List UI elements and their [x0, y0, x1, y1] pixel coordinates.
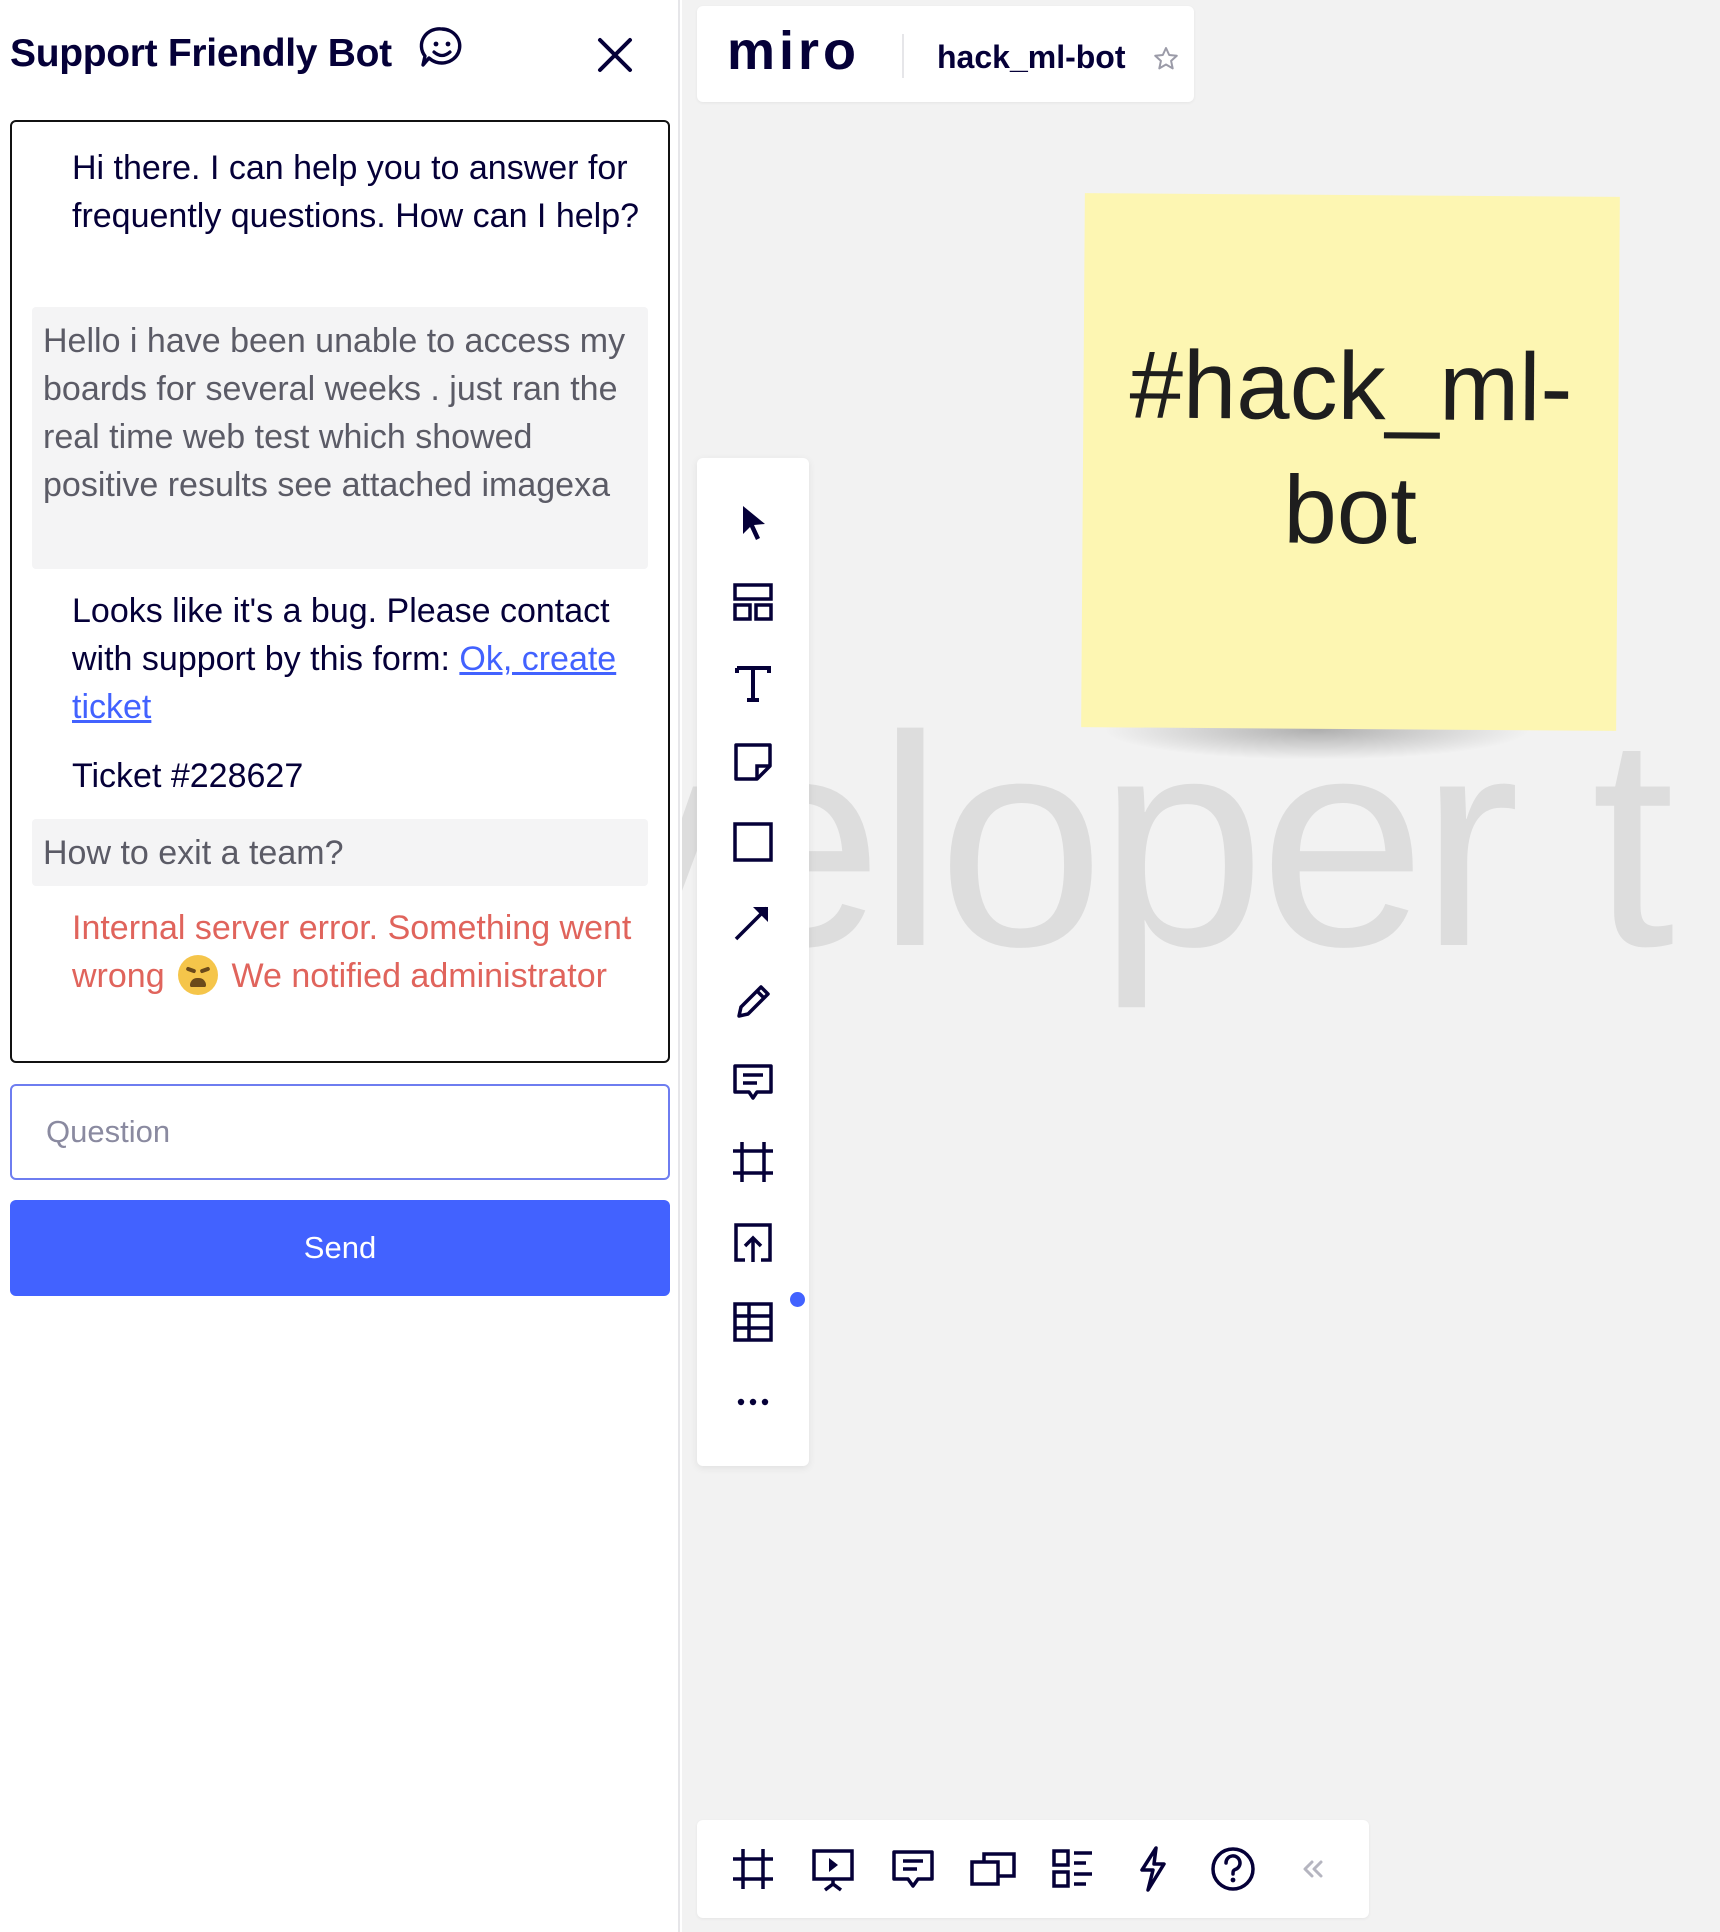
- new-feature-badge: [790, 1292, 805, 1307]
- comments-button[interactable]: [882, 1838, 944, 1900]
- lightning-icon: [1140, 1846, 1166, 1892]
- user-message-question: How to exit a team?: [32, 819, 648, 886]
- comment-icon: [892, 1850, 934, 1888]
- pen-icon: [737, 985, 770, 1018]
- miro-logo[interactable]: miro: [727, 20, 860, 82]
- error-text-continued: We notified administrator: [222, 957, 607, 995]
- presentation-icon: [812, 1849, 854, 1892]
- miro-board-canvas[interactable]: veloper t #hack_ml-bot miro hack_ml-bot: [682, 0, 1720, 1932]
- connection-line-tool[interactable]: [713, 888, 793, 956]
- frames-button[interactable]: [722, 1838, 784, 1900]
- more-dots-icon: [737, 1398, 769, 1406]
- rectangle-icon: [733, 822, 773, 862]
- upload-tool[interactable]: [713, 1208, 793, 1276]
- weary-face-emoji-icon: [178, 955, 219, 995]
- chat-title: Support Friendly Bot: [10, 32, 392, 75]
- kanban-list-icon: [1052, 1849, 1092, 1888]
- bot-message-ticket: Ticket #228627: [72, 757, 304, 795]
- frame-tool[interactable]: [713, 1128, 793, 1196]
- sticky-note-tool[interactable]: [713, 728, 793, 796]
- frame-icon: [733, 1849, 773, 1889]
- pen-tool[interactable]: [713, 968, 793, 1036]
- table-tool[interactable]: [713, 1288, 805, 1356]
- comment-tool[interactable]: [713, 1048, 793, 1116]
- kanban-button[interactable]: [1042, 1838, 1104, 1900]
- bot-message-error: Internal server error. Something went wr…: [72, 904, 662, 1000]
- sticky-note-icon: [734, 743, 772, 781]
- frame-icon: [733, 1142, 773, 1182]
- comment-icon: [733, 1064, 773, 1100]
- help-button[interactable]: [1202, 1838, 1264, 1900]
- arrow-line-icon: [734, 906, 769, 941]
- templates-tool[interactable]: [713, 568, 793, 636]
- cursor-arrow-icon: [743, 506, 765, 540]
- upload-icon: [734, 1223, 772, 1262]
- integrations-button[interactable]: [1122, 1838, 1184, 1900]
- double-chevron-left-icon: [1303, 1860, 1323, 1878]
- bot-message-bug: Looks like it's a bug. Please contact wi…: [72, 587, 662, 731]
- sticky-note[interactable]: #hack_ml-bot: [1081, 193, 1620, 731]
- user-message-issue: Hello i have been unable to access my bo…: [32, 307, 648, 569]
- chat-messages[interactable]: Hi there. I can help you to answer for f…: [10, 120, 670, 1063]
- send-button[interactable]: Send: [10, 1200, 670, 1296]
- question-input[interactable]: [10, 1084, 670, 1180]
- header-divider: [902, 34, 904, 78]
- text-icon: [735, 666, 771, 702]
- board-name[interactable]: hack_ml-bot: [937, 39, 1125, 76]
- collapse-toolbar-button[interactable]: [1282, 1838, 1344, 1900]
- smiley-icon: [419, 27, 462, 67]
- presentation-button[interactable]: [802, 1838, 864, 1900]
- star-icon[interactable]: [1152, 45, 1180, 73]
- close-icon[interactable]: [590, 30, 640, 80]
- chat-header: Support Friendly Bot: [10, 18, 670, 88]
- select-tool[interactable]: [713, 488, 793, 556]
- tools-toolbar: [697, 458, 809, 1466]
- board-header: miro hack_ml-bot: [697, 6, 1194, 102]
- cards-button[interactable]: [962, 1838, 1024, 1900]
- help-question-icon: [1211, 1847, 1255, 1891]
- bot-message-greeting: Hi there. I can help you to answer for f…: [72, 149, 640, 235]
- text-tool[interactable]: [713, 648, 793, 716]
- templates-icon: [733, 583, 773, 621]
- chat-panel: Support Friendly Bot Hi there. I can hel…: [0, 0, 680, 1932]
- sticky-note-text: #hack_ml-bot: [1129, 331, 1573, 565]
- table-grid-icon: [733, 1302, 773, 1342]
- shape-tool[interactable]: [713, 808, 793, 876]
- more-tools[interactable]: [713, 1368, 793, 1436]
- bottom-toolbar: [697, 1820, 1369, 1918]
- cards-icon: [970, 1852, 1016, 1886]
